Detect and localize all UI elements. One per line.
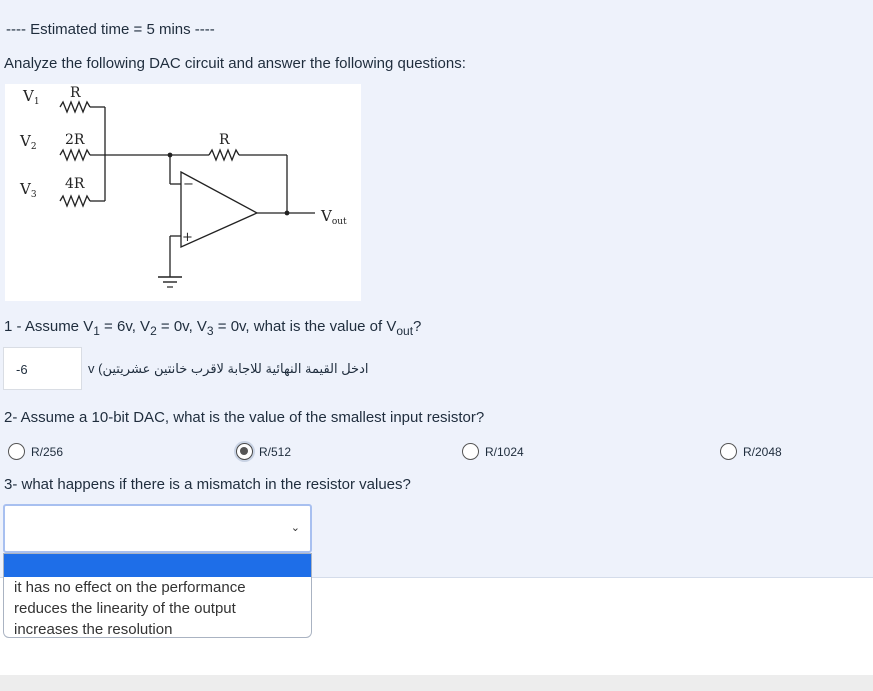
r-label: R — [70, 85, 81, 101]
minus-label: − — [183, 177, 194, 192]
dropdown-option-increases-resolution[interactable]: increases the resolution — [4, 619, 311, 637]
circuit-svg: V1 V2 V3 R 2R 4R R − + Vout — [19, 85, 347, 288]
radio-option-r2048[interactable]: R/2048 — [720, 443, 782, 460]
chevron-down-icon: ⌄ — [290, 522, 300, 534]
question-1: 1 - Assume V1 = 6v, V2 = 0v, V3 = 0v, wh… — [4, 318, 422, 338]
svg-text:Vout: Vout — [320, 207, 347, 227]
radio-option-r256[interactable]: R/256 — [8, 443, 63, 460]
radio-circle[interactable] — [8, 443, 25, 460]
svg-text:V2: V2 — [19, 132, 37, 152]
svg-text:V3: V3 — [19, 180, 37, 200]
answer-input-q1[interactable]: -6 — [3, 347, 82, 390]
dropdown-option-no-effect[interactable]: it has no effect on the performance — [4, 577, 311, 598]
answer-hint-q1: ادخل القيمة النهائية للاجابة لاقرب خانتي… — [88, 361, 369, 376]
svg-text:V1: V1 — [22, 87, 40, 107]
dropdown-option-blank[interactable] — [4, 554, 311, 577]
node-dot — [167, 152, 173, 158]
plus-label: + — [182, 230, 193, 245]
radio-circle[interactable] — [720, 443, 737, 460]
radio-option-r1024[interactable]: R/1024 — [462, 443, 524, 460]
resistor-rf — [208, 148, 240, 162]
radio-circle-selected[interactable] — [236, 443, 253, 460]
radio-circle[interactable] — [462, 443, 479, 460]
estimated-time: ---- Estimated time = 5 mins ---- — [6, 21, 215, 38]
rf-label: R — [219, 132, 230, 148]
resistor-2r — [59, 148, 91, 162]
2r-label: 2R — [65, 132, 85, 148]
dropdown-option-reduces-linearity[interactable]: reduces the linearity of the output — [4, 598, 311, 619]
radio-option-r512[interactable]: R/512 — [236, 443, 291, 460]
resistor-r — [59, 100, 91, 114]
question-2: 2- Assume a 10-bit DAC, what is the valu… — [4, 409, 485, 426]
4r-label: 4R — [65, 176, 85, 192]
node-dot — [284, 210, 290, 216]
intro-text: Analyze the following DAC circuit and an… — [4, 55, 466, 72]
bottom-bar — [0, 675, 873, 691]
mismatch-select[interactable]: ⌄ — [3, 504, 312, 553]
question-3: 3- what happens if there is a mismatch i… — [4, 476, 411, 493]
resistor-4r — [59, 194, 91, 208]
dac-circuit-diagram: V1 V2 V3 R 2R 4R R − + Vout — [5, 84, 361, 301]
mismatch-dropdown-list: it has no effect on the performance redu… — [3, 553, 312, 638]
